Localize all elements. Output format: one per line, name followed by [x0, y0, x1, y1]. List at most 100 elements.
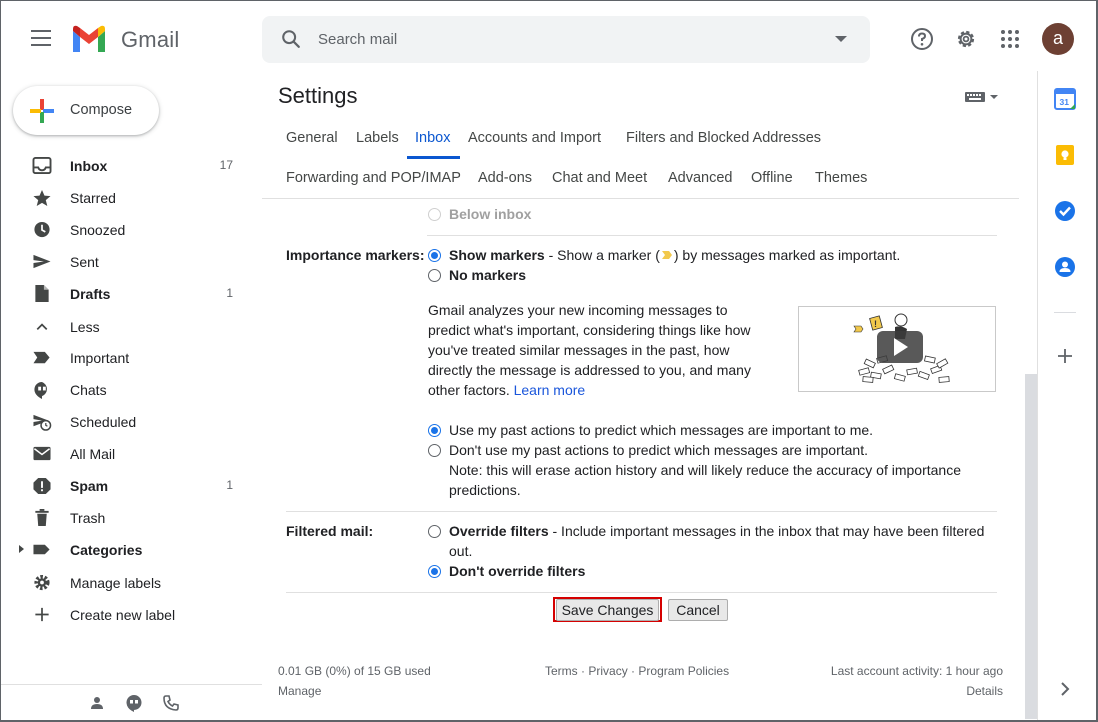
dont-override-filters-label: Don't override filters	[449, 563, 586, 579]
help-icon[interactable]	[910, 27, 934, 51]
cancel-button[interactable]: Cancel	[668, 599, 728, 621]
sidebar-item-important[interactable]: Important	[1, 342, 251, 374]
sidebar-item-inbox[interactable]: Inbox 17	[1, 150, 251, 182]
importance-marker-icon	[661, 251, 672, 259]
calendar-icon[interactable]: 31	[1054, 88, 1076, 110]
settings-gear-icon[interactable]	[954, 27, 978, 51]
importance-explanation-2: predict what's important, considering th…	[428, 322, 751, 338]
sidebar-item-sent[interactable]: Sent	[1, 246, 251, 278]
activity-details-link[interactable]: Details	[901, 684, 1003, 698]
no-markers-label: No markers	[449, 267, 527, 283]
footer-links: Terms · Privacy · Program Policies	[545, 664, 730, 678]
tasks-icon[interactable]	[1054, 200, 1076, 222]
tab-forwarding-and-pop-imap[interactable]: Forwarding and POP/IMAP	[286, 170, 461, 186]
override-filters-radio[interactable]	[428, 525, 441, 538]
gmail-logo-icon[interactable]	[71, 25, 107, 53]
tab-offline[interactable]: Offline	[751, 170, 793, 186]
dont-use-past-actions-label: Don't use my past actions to predict whi…	[449, 442, 868, 458]
keep-icon[interactable]	[1054, 144, 1076, 166]
sidebar-item-label: Categories	[70, 542, 143, 558]
tab-filters-and-blocked-addresses[interactable]: Filters and Blocked Addresses	[626, 130, 821, 146]
show-markers-radio[interactable]	[428, 249, 441, 262]
manage-storage-link[interactable]: Manage	[278, 684, 321, 698]
main-scrollbar[interactable]	[1025, 374, 1037, 719]
input-tools-icon[interactable]	[965, 91, 1001, 103]
tab-themes[interactable]: Themes	[815, 170, 867, 186]
show-markers-option: Show markers - Show a marker ( ) by messa…	[449, 245, 900, 265]
no-markers-radio[interactable]	[428, 269, 441, 282]
search-options-icon[interactable]	[835, 36, 847, 42]
sidebar-item-count: 1	[226, 478, 233, 492]
app-name[interactable]: Gmail	[121, 27, 179, 53]
draft-icon	[35, 285, 49, 303]
tab-inbox[interactable]: Inbox	[415, 130, 450, 146]
program-policies-link[interactable]: Program Policies	[638, 664, 729, 678]
dont-use-past-actions-radio[interactable]	[428, 444, 441, 457]
override-filters-option: Override filters - Include important mes…	[449, 523, 985, 539]
inbox-icon	[32, 157, 52, 175]
sidebar-item-label: Sent	[70, 254, 99, 270]
sidebar-item-label: Starred	[70, 190, 116, 206]
use-past-actions-radio[interactable]	[428, 424, 441, 437]
show-markers-desc-2: ) by messages marked as important.	[673, 247, 901, 263]
sidebar-item-snoozed[interactable]: Snoozed	[1, 214, 251, 246]
mail-icon	[33, 446, 51, 461]
sidebar-item-categories[interactable]: Categories	[1, 534, 251, 566]
importance-video-thumbnail[interactable]: !	[798, 306, 996, 392]
video-illustration-icon: !	[853, 313, 950, 383]
contacts-icon[interactable]	[1054, 256, 1076, 278]
sidebar-item-all-mail[interactable]: All Mail	[1, 438, 251, 470]
tab-labels[interactable]: Labels	[356, 130, 399, 146]
sidebar-item-starred[interactable]: Starred	[1, 182, 251, 214]
sidebar-item-trash[interactable]: Trash	[1, 502, 251, 534]
sidebar-item-manage-labels[interactable]: Manage labels	[1, 567, 251, 599]
tab-accounts-and-import[interactable]: Accounts and Import	[468, 130, 601, 146]
erase-history-note-1: Note: this will erase action history and…	[449, 462, 962, 478]
page-title: Settings	[278, 83, 358, 108]
below-inbox-radio[interactable]	[428, 208, 441, 221]
svg-text:31: 31	[1060, 97, 1070, 107]
phone-icon[interactable]	[163, 695, 179, 711]
sidebar-item-label: Spam	[70, 478, 109, 494]
get-addons-plus-icon[interactable]	[1054, 345, 1076, 367]
sidebar-item-chats[interactable]: Chats	[1, 374, 251, 406]
search-bar[interactable]	[262, 16, 870, 63]
dont-override-filters-radio[interactable]	[428, 565, 441, 578]
sidebar-item-less[interactable]: Less	[1, 311, 251, 343]
learn-more-link[interactable]: Learn more	[514, 382, 586, 398]
spam-icon	[33, 477, 51, 495]
privacy-link[interactable]: Privacy	[588, 664, 627, 678]
save-changes-button[interactable]: Save Changes	[556, 599, 659, 621]
main-menu-icon[interactable]	[31, 30, 51, 46]
show-markers-desc-1: - Show a marker (	[544, 247, 660, 263]
show-markers-label: Show markers	[449, 247, 545, 263]
sidebar-item-create-new-label[interactable]: Create new label	[1, 599, 251, 631]
tab-chat-and-meet[interactable]: Chat and Meet	[552, 170, 647, 186]
search-icon[interactable]	[280, 28, 302, 50]
person-icon[interactable]	[89, 695, 105, 711]
sidebar-item-label: Manage labels	[70, 575, 162, 591]
expand-panel-chevron-icon[interactable]	[1054, 678, 1076, 700]
compose-button[interactable]: Compose	[13, 86, 159, 135]
tab-add-ons[interactable]: Add-ons	[478, 170, 532, 186]
account-avatar[interactable]: a	[1042, 23, 1074, 55]
tab-advanced[interactable]: Advanced	[668, 170, 733, 186]
plus-icon	[35, 607, 49, 622]
tab-general[interactable]: General	[286, 130, 338, 146]
sidebar-item-label: All Mail	[70, 446, 116, 462]
erase-history-note-2: predictions.	[449, 482, 521, 498]
sidebar-item-scheduled[interactable]: Scheduled	[1, 406, 251, 438]
sidebar-item-drafts[interactable]: Drafts 1	[1, 278, 251, 310]
compose-plus-icon	[30, 99, 54, 123]
svg-text:!: !	[874, 319, 877, 329]
apps-grid-icon[interactable]	[998, 27, 1022, 51]
hangouts-icon[interactable]	[125, 694, 143, 712]
importance-explanation-4: directly the message is addressed to you…	[428, 362, 751, 378]
below-inbox-label: Below inbox	[449, 206, 532, 222]
section-divider	[286, 592, 997, 593]
expand-categories-icon[interactable]	[19, 545, 24, 553]
sidebar-item-spam[interactable]: Spam 1	[1, 470, 251, 502]
filtered-mail-label: Filtered mail:	[286, 523, 374, 539]
terms-link[interactable]: Terms	[545, 664, 578, 678]
search-input[interactable]	[318, 16, 818, 63]
